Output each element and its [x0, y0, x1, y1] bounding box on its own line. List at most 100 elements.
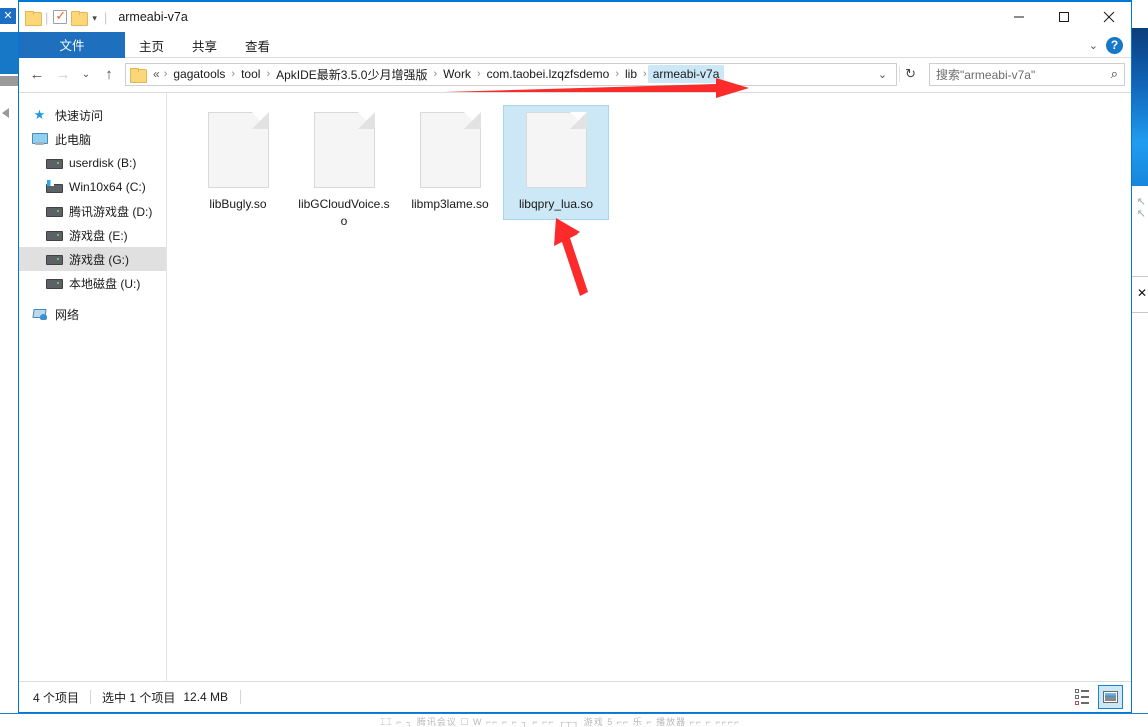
ribbon-right-controls: ⌄ ?: [1089, 32, 1127, 58]
status-bar: 4 个项目 选中 1 个项目 12.4 MB: [19, 681, 1131, 712]
large-icons-icon: [1103, 691, 1118, 703]
sidebar-item-label: 游戏盘 (G:): [69, 251, 129, 268]
file-item-libmp3lame[interactable]: libmp3lame.so: [397, 105, 503, 220]
this-pc-monitor-icon: [31, 131, 48, 147]
file-explorer-window: | ▾ | armeabi-v7a 文件 主页 共享 查看 ⌄ ?: [18, 0, 1132, 713]
close-button[interactable]: [1086, 2, 1131, 32]
breadcrumb-item-lib[interactable]: lib: [620, 65, 642, 83]
sidebar-item-quick-access[interactable]: ★ 快速访问: [19, 103, 166, 127]
up-button[interactable]: ↑: [97, 62, 121, 86]
windows-drive-icon: [45, 179, 62, 195]
maximize-button[interactable]: [1041, 2, 1086, 32]
breadcrumb-item-work[interactable]: Work: [438, 65, 476, 83]
status-size: 12.4 MB: [183, 690, 228, 704]
file-icon: [526, 112, 587, 188]
background-chevron-icon: ↖↖: [1137, 196, 1146, 220]
drive-icon: [45, 155, 62, 171]
sidebar-item-this-pc[interactable]: 此电脑: [19, 127, 166, 151]
recent-locations-button[interactable]: ⌄: [77, 62, 95, 86]
large-icons-view-button[interactable]: [1098, 685, 1123, 709]
breadcrumb-item-package[interactable]: com.taobei.lzqzfsdemo: [482, 65, 615, 83]
breadcrumb-item-apkide[interactable]: ApkIDE最新3.5.0少月增强版: [271, 64, 432, 85]
file-list-pane[interactable]: libBugly.so libGCloudVoice.so libmp3lame…: [167, 93, 1131, 681]
tab-view[interactable]: 查看: [231, 32, 284, 58]
search-icon[interactable]: ⌕: [1111, 66, 1118, 82]
background-divider: [1132, 312, 1148, 313]
file-item-libqpry-lua[interactable]: libqpry_lua.so: [503, 105, 609, 220]
breadcrumb-item-tool[interactable]: tool: [236, 65, 265, 83]
background-blue-strip: [0, 32, 18, 74]
search-placeholder: 搜索"armeabi-v7a": [936, 66, 1035, 83]
file-name-label: libqpry_lua.so: [506, 196, 606, 213]
new-folder-icon[interactable]: [71, 11, 86, 24]
sidebar-item-tencent-drive-d[interactable]: 腾讯游戏盘 (D:): [19, 199, 166, 223]
status-item-count: 4 个项目: [33, 689, 79, 706]
minimize-button[interactable]: [996, 2, 1041, 32]
breadcrumb-item-armeabi-v7a[interactable]: armeabi-v7a: [648, 65, 725, 83]
star-pin-icon: ★: [31, 107, 48, 123]
file-icon: [314, 112, 375, 188]
chevron-down-icon[interactable]: ▾: [90, 13, 99, 24]
sidebar-item-game-drive-g[interactable]: 游戏盘 (G:): [19, 247, 166, 271]
background-arrow-icon: [2, 108, 9, 118]
sidebar-item-label: 本地磁盘 (U:): [69, 275, 140, 292]
folder-icon: [130, 68, 145, 81]
drive-icon: [45, 227, 62, 243]
taskbar-label-fragment: ⌶⌶ ⌐ ┐ 腾讯会议 ☐ W ⌐⌐ ⌐ ⌐ ┐ ⌐ ⌐⌐ ┌┬┐ 游戏 5 ⌐…: [380, 717, 740, 727]
sidebar-item-label: 此电脑: [55, 131, 91, 148]
file-item-libgcloudvoice[interactable]: libGCloudVoice.so: [291, 105, 397, 237]
sidebar-item-label: 快速访问: [55, 107, 103, 124]
breadcrumb: « › gagatools › tool › ApkIDE最新3.5.0少月增强…: [148, 64, 871, 85]
sidebar-item-game-drive-e[interactable]: 游戏盘 (E:): [19, 223, 166, 247]
chevron-down-icon[interactable]: ⌄: [871, 68, 894, 81]
background-gradient-strip: [1132, 28, 1148, 186]
sidebar-item-network[interactable]: 网络: [19, 302, 166, 326]
background-divider: [1132, 276, 1148, 277]
file-grid: libBugly.so libGCloudVoice.so libmp3lame…: [167, 93, 1131, 237]
sidebar-item-local-disk-u[interactable]: 本地磁盘 (U:): [19, 271, 166, 295]
tab-home[interactable]: 主页: [125, 32, 178, 58]
sidebar-item-label: 腾讯游戏盘 (D:): [69, 203, 152, 220]
address-bar-row: ← → ⌄ ↑ « › gagatools › tool › ApkIDE最新3…: [19, 58, 1131, 90]
refresh-icon[interactable]: ↻: [899, 66, 921, 82]
toolbar-divider: |: [44, 10, 49, 25]
folder-icon[interactable]: [25, 11, 40, 24]
chevron-down-icon[interactable]: ⌄: [1089, 39, 1098, 52]
status-selection: 选中 1 个项目: [102, 689, 175, 706]
ribbon-tab-bar: 文件 主页 共享 查看 ⌄ ?: [19, 32, 1131, 58]
navigation-pane: ★ 快速访问 此电脑 userdisk (B:) Win10x64 (C:) 腾…: [19, 93, 167, 681]
taskbar-top-border: [0, 713, 1148, 714]
background-close-icon: ✕: [1137, 286, 1147, 300]
help-question-icon[interactable]: ?: [1106, 37, 1123, 54]
title-bar: | ▾ | armeabi-v7a: [19, 2, 1131, 32]
sidebar-item-label: Win10x64 (C:): [69, 180, 146, 194]
breadcrumb-separator: ›: [476, 68, 482, 80]
details-view-button[interactable]: [1069, 685, 1094, 709]
properties-checkmark-icon[interactable]: [53, 10, 67, 24]
forward-button[interactable]: →: [51, 62, 75, 86]
window-controls: [996, 2, 1131, 32]
status-divider: [90, 690, 91, 704]
tab-share[interactable]: 共享: [178, 32, 231, 58]
file-icon: [208, 112, 269, 188]
sidebar-item-label: 网络: [55, 306, 79, 323]
sidebar-item-win10x64-c[interactable]: Win10x64 (C:): [19, 175, 166, 199]
status-divider: [240, 690, 241, 704]
tab-file[interactable]: 文件: [19, 32, 125, 58]
breadcrumb-item-gagatools[interactable]: gagatools: [168, 65, 230, 83]
sidebar-item-label: userdisk (B:): [69, 156, 136, 170]
background-app-icon: ✕: [0, 8, 16, 24]
drive-icon: [45, 251, 62, 267]
file-name-label: libGCloudVoice.so: [294, 196, 394, 230]
file-item-libbugly[interactable]: libBugly.so: [185, 105, 291, 220]
file-name-label: libBugly.so: [188, 196, 288, 213]
breadcrumb-overflow[interactable]: «: [148, 67, 163, 81]
sidebar-item-label: 游戏盘 (E:): [69, 227, 128, 244]
drive-icon: [45, 203, 62, 219]
back-button[interactable]: ←: [25, 62, 49, 86]
address-bar[interactable]: « › gagatools › tool › ApkIDE最新3.5.0少月增强…: [125, 63, 897, 86]
sidebar-item-userdisk-b[interactable]: userdisk (B:): [19, 151, 166, 175]
quick-access-toolbar: | ▾ |: [19, 10, 108, 25]
search-input[interactable]: 搜索"armeabi-v7a" ⌕: [929, 63, 1125, 86]
explorer-body: ★ 快速访问 此电脑 userdisk (B:) Win10x64 (C:) 腾…: [19, 92, 1131, 681]
